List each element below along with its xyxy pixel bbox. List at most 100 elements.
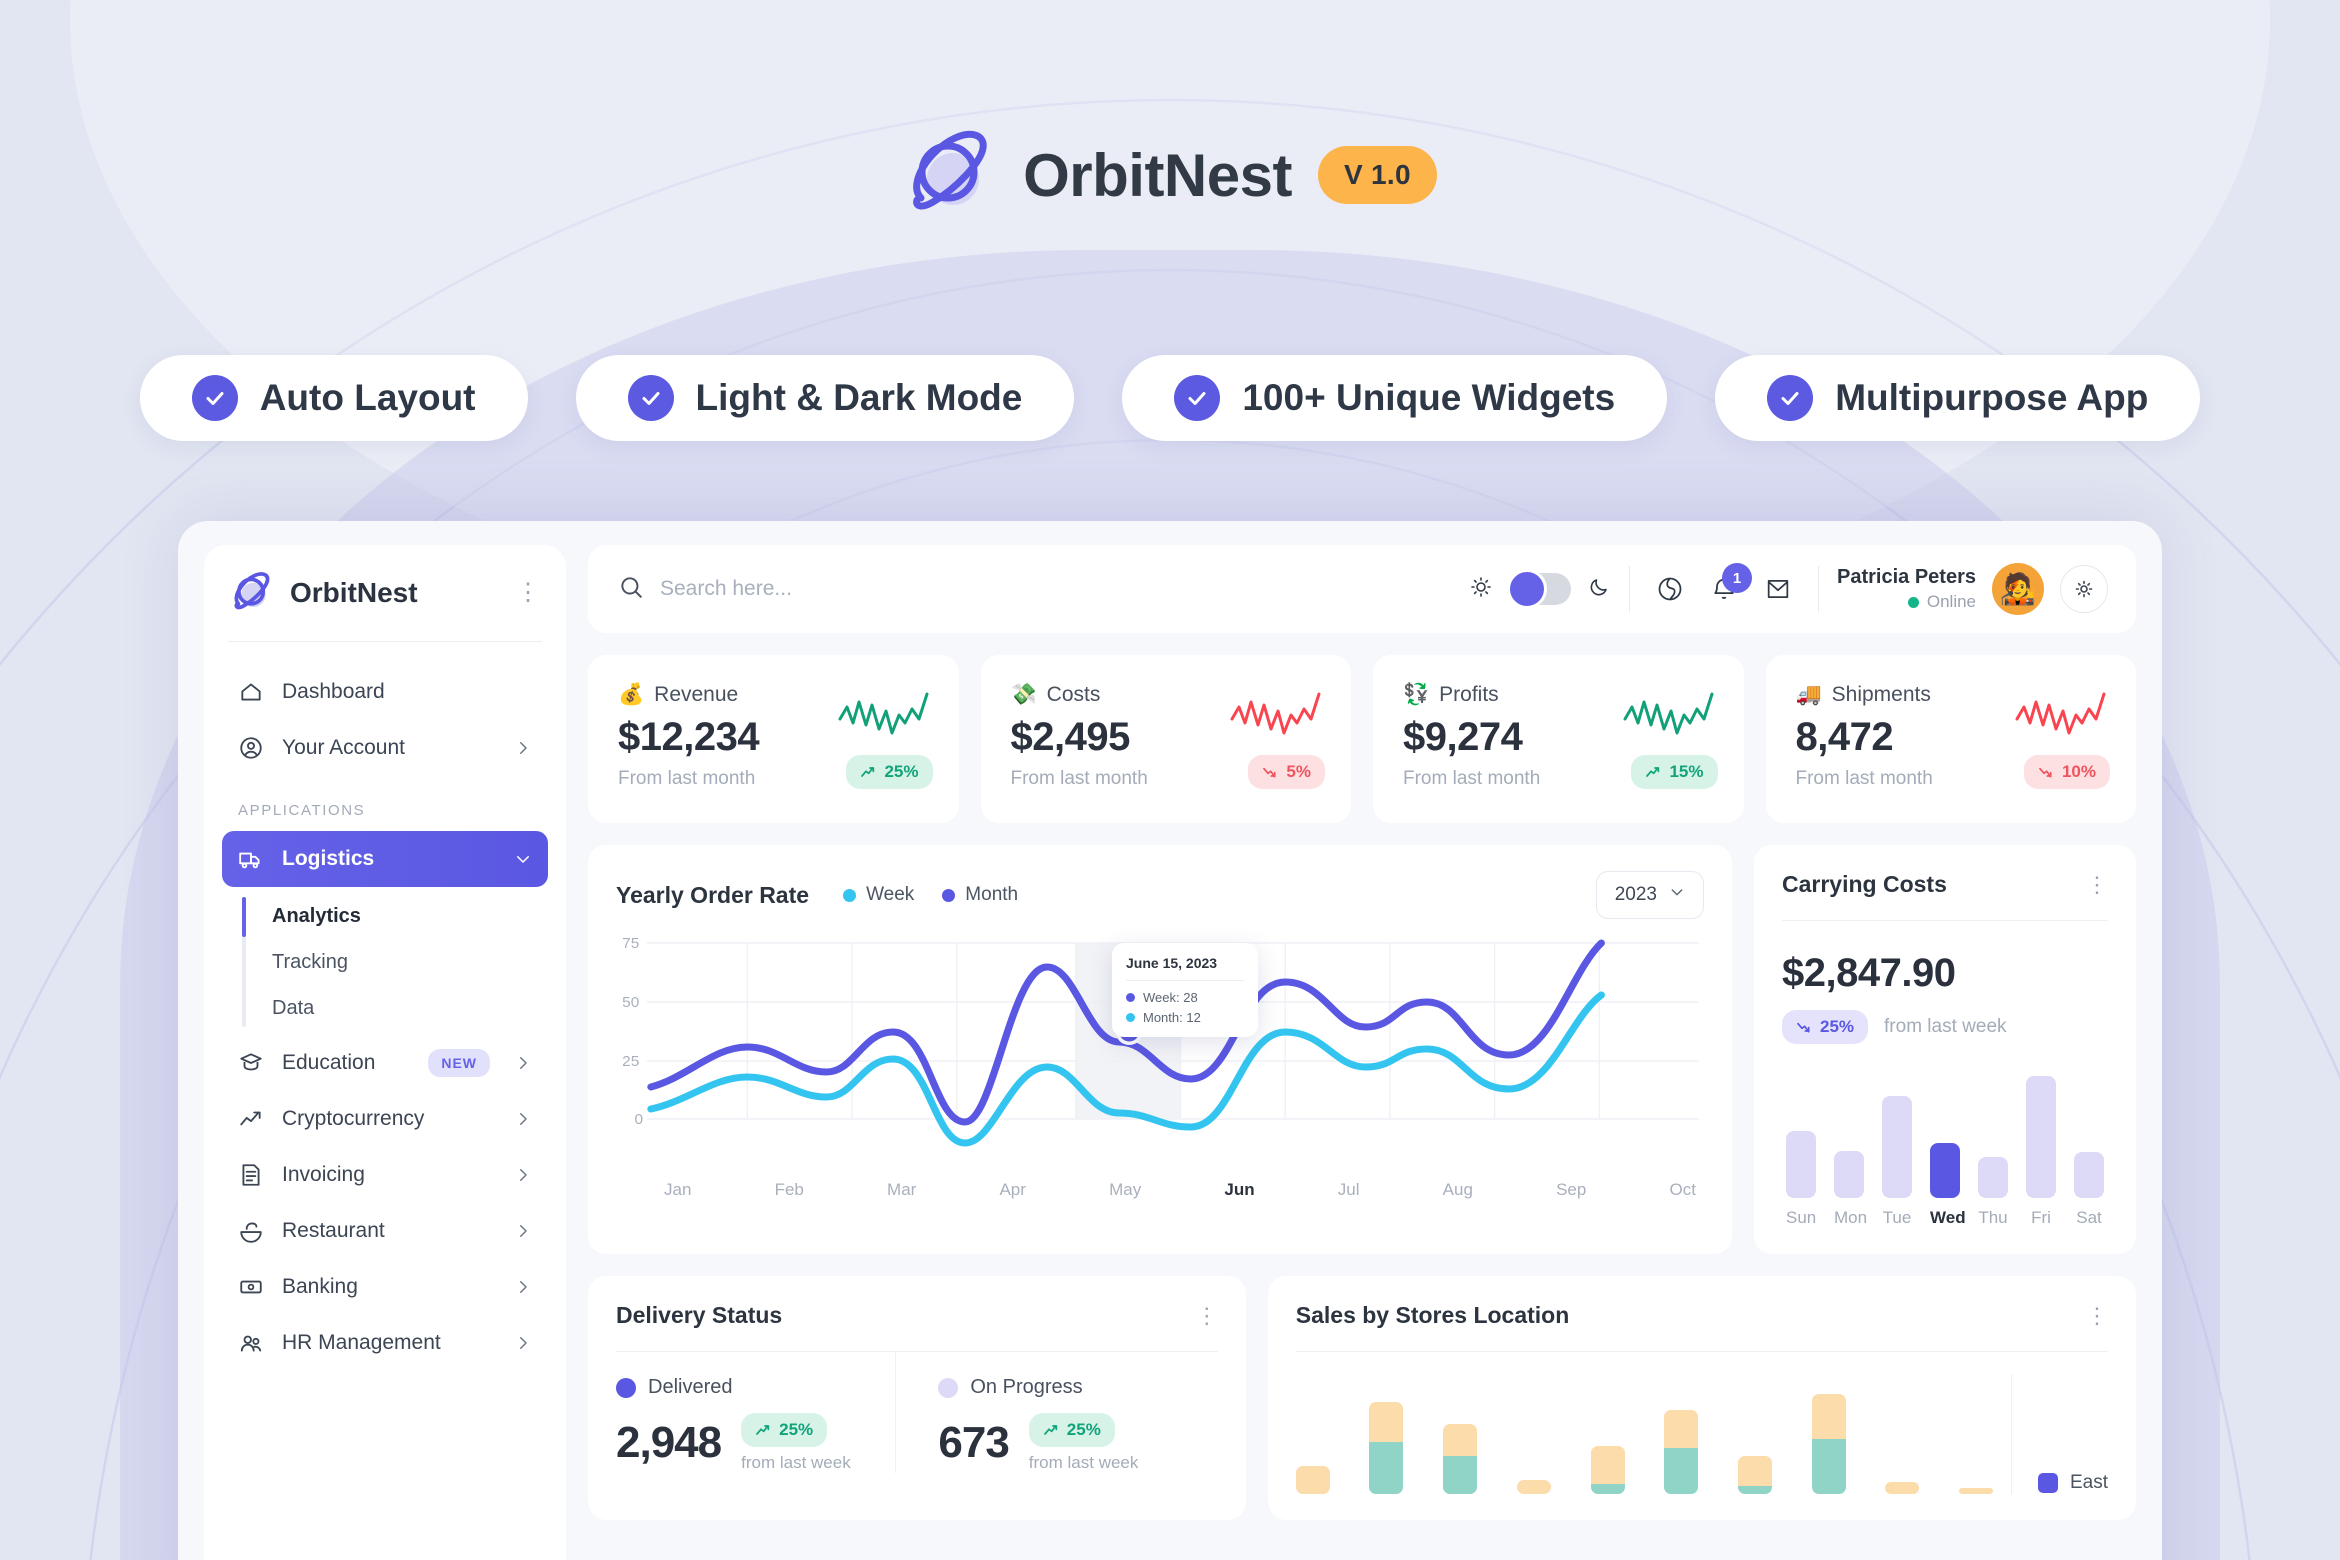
sidebar-item-banking[interactable]: Banking: [222, 1259, 548, 1315]
legend-item-east[interactable]: East: [2037, 1472, 2108, 1494]
check-icon: [1174, 375, 1221, 421]
bar-fri: [2026, 1076, 2056, 1198]
settings-gear-icon[interactable]: [2060, 565, 2108, 613]
sidebar-subitem-tracking[interactable]: Tracking: [256, 939, 548, 985]
check-icon: [1767, 375, 1814, 421]
status-label: Delivered: [648, 1376, 733, 1398]
orbitnest-logo-icon: [903, 128, 997, 222]
theme-switch-knob: [1507, 569, 1548, 609]
sidebar-menu-icon[interactable]: ⋮: [516, 581, 540, 605]
sidebar-brand: OrbitNest ⋮: [204, 571, 566, 615]
version-badge: V 1.0: [1317, 146, 1437, 204]
chevron-right-icon: [514, 1278, 532, 1296]
legend-item-month[interactable]: Month: [942, 884, 1018, 906]
kpi-change-badge: 10%: [2023, 755, 2110, 789]
status-value-row: 2,948 25% from last week: [616, 1413, 895, 1473]
sidebar-item-hr-management[interactable]: HR Management: [222, 1315, 548, 1371]
charts-row: Yearly Order Rate Week Month 2023 75 50 …: [588, 845, 2136, 1254]
sun-icon[interactable]: [1469, 575, 1493, 604]
card-menu-icon[interactable]: ⋮: [2086, 1304, 2108, 1326]
bar-label: Mon: [1834, 1208, 1868, 1227]
legend-dot-icon: [942, 888, 956, 902]
x-tick: Mar: [887, 1180, 917, 1199]
kpi-card-profits: 💱 Profits $9,274 From last month 15%: [1373, 655, 1744, 823]
tooltip-row: Month: 12: [1126, 1010, 1244, 1025]
card-menu-icon[interactable]: ⋮: [2086, 873, 2108, 895]
year-select[interactable]: 2023: [1595, 871, 1704, 919]
x-tick: Jun: [1224, 1180, 1255, 1199]
user-name: Patricia Peters: [1837, 566, 1976, 588]
banknote-icon: [238, 1274, 264, 1300]
feature-pill-label: Light & Dark Mode: [695, 377, 1023, 418]
app-window: OrbitNest ⋮ Dashboard Your Account APPLI…: [178, 521, 2162, 1560]
orbitnest-logo-icon: [230, 571, 274, 615]
x-tick: Oct: [1669, 1180, 1696, 1199]
legend-item-week[interactable]: Week: [843, 884, 914, 906]
sidebar-item-education[interactable]: Education NEW: [222, 1035, 548, 1091]
status-label: On Progress: [970, 1376, 1083, 1398]
bar-wed: [1930, 1142, 1960, 1198]
currency-exchange-icon: 💱: [1403, 683, 1430, 706]
sidebar-subitem-analytics[interactable]: Analytics: [256, 893, 548, 939]
sidebar-subitem-data[interactable]: Data: [256, 985, 548, 1031]
delivery-truck-icon: 🚚: [1795, 683, 1822, 706]
sparkline-icon: [1622, 689, 1718, 744]
carrying-costs-value: $2,847.90: [1782, 951, 1956, 995]
feature-pill: Auto Layout: [139, 355, 528, 441]
chevron-right-icon: [514, 1110, 532, 1128]
svg-text:25: 25: [622, 1053, 639, 1070]
chevron-down-icon: [514, 850, 532, 868]
truck-icon: [238, 846, 264, 872]
new-badge: NEW: [428, 1049, 490, 1077]
sidebar-item-dashboard[interactable]: Dashboard: [222, 664, 548, 720]
sidebar-item-cryptocurrency[interactable]: Cryptocurrency: [222, 1091, 548, 1147]
home-icon: [238, 679, 264, 705]
card-menu-icon[interactable]: ⋮: [1196, 1304, 1218, 1326]
check-icon: [627, 375, 674, 421]
sidebar-item-restaurant[interactable]: Restaurant: [222, 1203, 548, 1259]
sidebar-item-your-account[interactable]: Your Account: [222, 720, 548, 776]
yearly-order-rate-card: Yearly Order Rate Week Month 2023 75 50 …: [588, 845, 1732, 1254]
bar-tue: [1882, 1095, 1912, 1198]
bar-label: Tue: [1882, 1208, 1912, 1227]
feature-pill-row: Auto Layout Light & Dark Mode 100+ Uniqu…: [0, 355, 2340, 441]
chart-title: Yearly Order Rate: [616, 881, 810, 908]
user-status-label: Online: [1926, 592, 1976, 611]
x-tick: May: [1109, 1180, 1142, 1199]
user-profile[interactable]: Patricia Peters Online 🧑‍🎤: [1837, 563, 2108, 615]
x-tick: Jan: [664, 1180, 692, 1199]
theme-switch[interactable]: [1507, 569, 1572, 609]
moon-icon[interactable]: [1587, 575, 1611, 604]
sparkline-icon: [1229, 689, 1325, 744]
sidebar-item-invoicing[interactable]: Invoicing: [222, 1147, 548, 1203]
main-content: 1 Patricia Peters Online 🧑‍🎤: [566, 521, 2162, 1560]
check-icon: [191, 375, 238, 421]
line-chart-body: 75 50 25 0 June 15, 2023 Week: 28 Month: 12: [616, 935, 1704, 1200]
mail-icon[interactable]: [1764, 575, 1792, 603]
stack-col: [1664, 1410, 1699, 1494]
card-header: Carrying Costs ⋮: [1782, 871, 2108, 898]
bottom-row: Delivery Status ⋮ Delivered 2,948 25% fr…: [588, 1276, 2136, 1520]
card-title: Carrying Costs: [1782, 871, 1947, 897]
sidebar-item-label: Invoicing: [282, 1163, 365, 1186]
sidebar-item-label: Restaurant: [282, 1219, 385, 1242]
tooltip-dot-icon: [1126, 1013, 1135, 1022]
sidebar-item-label: Logistics: [282, 847, 375, 870]
user-text: Patricia Peters Online: [1837, 566, 1976, 612]
globe-icon[interactable]: [1656, 575, 1684, 603]
delivery-status-card: Delivery Status ⋮ Delivered 2,948 25% fr…: [588, 1276, 1246, 1520]
x-tick: Aug: [1442, 1180, 1473, 1199]
graduation-cap-icon: [238, 1050, 264, 1076]
bell-icon[interactable]: 1: [1710, 563, 1753, 603]
legend-dot-icon: [843, 888, 857, 902]
stack-col: [1811, 1394, 1846, 1494]
avatar[interactable]: 🧑‍🎤: [1992, 563, 2044, 615]
delivery-status-split: Delivered 2,948 25% from last week On Pr…: [616, 1352, 1218, 1473]
sidebar-item-logistics[interactable]: Logistics: [222, 831, 548, 887]
feature-pill-label: Multipurpose App: [1835, 377, 2149, 418]
carrying-costs-change: 25% from last week: [1782, 1010, 2108, 1044]
tooltip-date: June 15, 2023: [1126, 955, 1218, 971]
money-bag-icon: 💰: [618, 683, 645, 706]
invoice-icon: [238, 1162, 264, 1188]
search-input[interactable]: [660, 577, 1452, 601]
